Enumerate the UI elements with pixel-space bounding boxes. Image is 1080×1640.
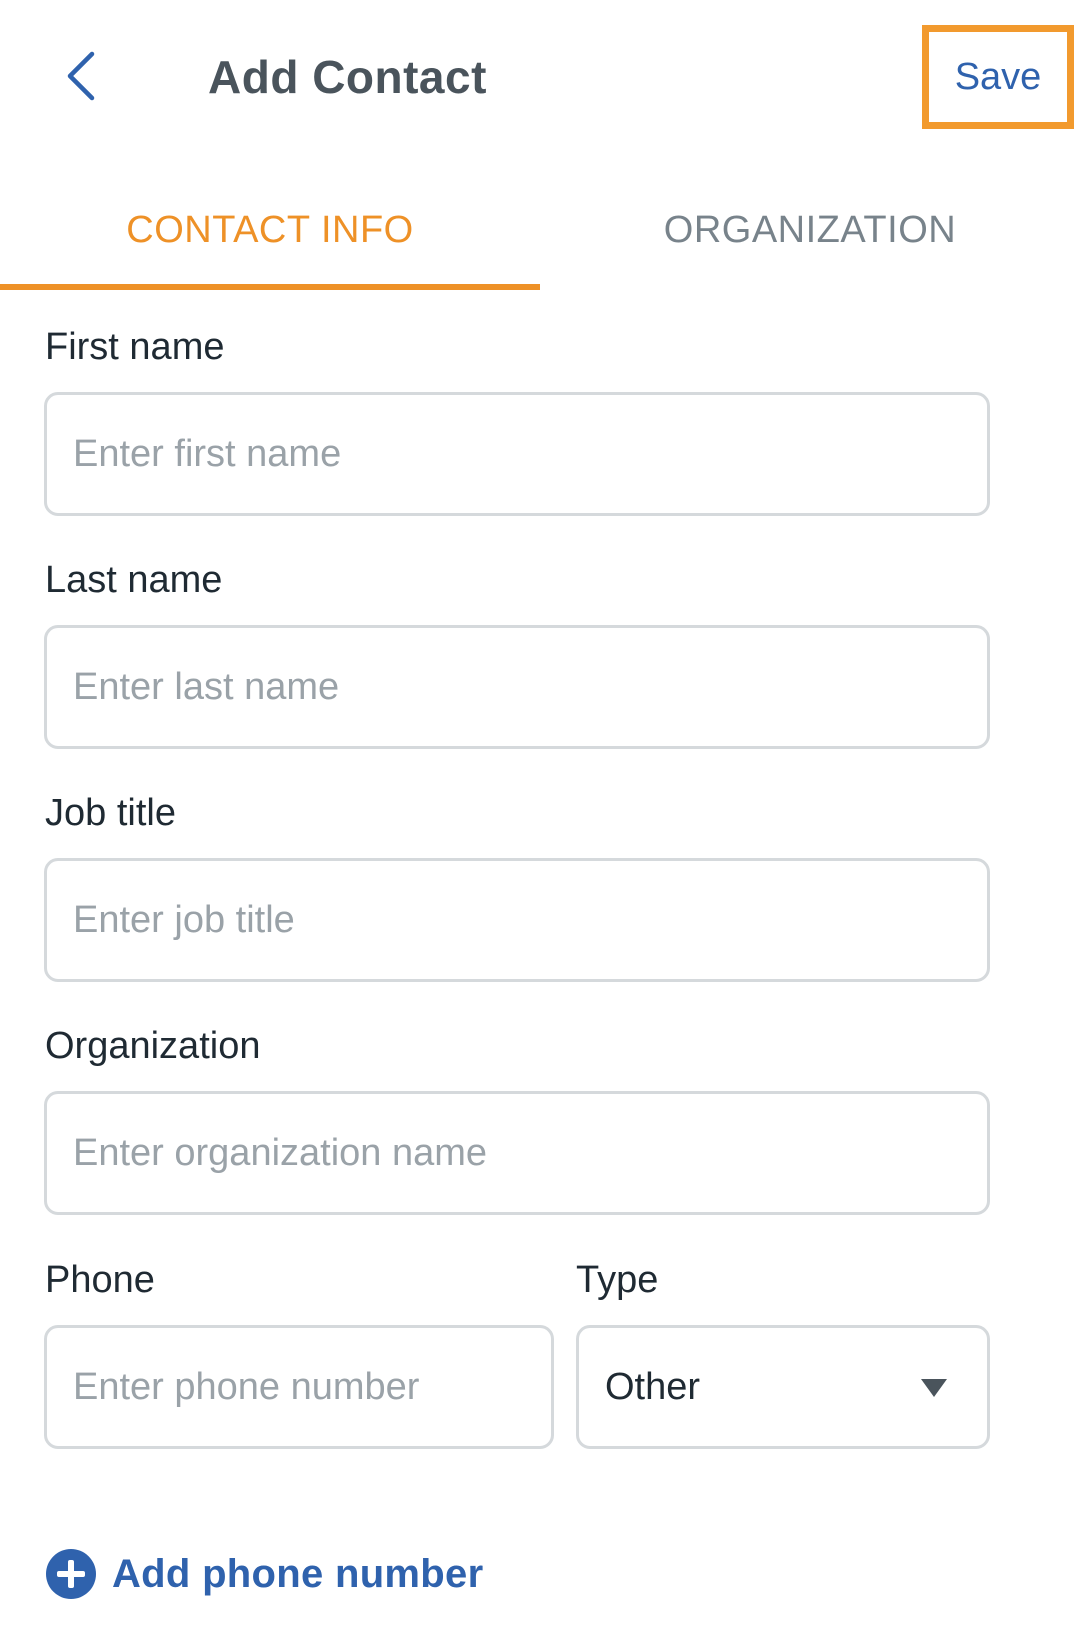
save-button[interactable]: Save [922,25,1074,129]
organization-field-container [44,1091,990,1215]
job-title-label: Job title [45,792,176,834]
add-phone-number-button[interactable]: Add phone number [46,1546,483,1602]
tab-label: CONTACT INFO [126,208,414,251]
phone-input[interactable] [47,1328,551,1446]
last-name-label: Last name [45,559,223,601]
page-title: Add Contact [208,51,487,103]
job-title-field-container [44,858,990,982]
back-button[interactable] [50,44,110,108]
organization-label: Organization [45,1025,261,1067]
tab-organization[interactable]: ORGANIZATION [540,170,1080,290]
tab-bar: CONTACT INFO ORGANIZATION [0,170,1080,290]
tab-label: ORGANIZATION [663,208,957,251]
first-name-input[interactable] [47,395,987,513]
last-name-input[interactable] [47,628,987,746]
add-phone-number-label: Add phone number [112,1551,484,1596]
caret-down-icon [921,1379,947,1397]
app-header: Add Contact Save [0,0,1080,150]
active-tab-indicator [0,284,540,290]
last-name-field-container [44,625,990,749]
phone-type-value: Other [605,1366,701,1408]
job-title-input[interactable] [47,861,987,979]
first-name-field-container [44,392,990,516]
phone-type-select[interactable]: Other [576,1325,990,1449]
organization-input[interactable] [47,1094,987,1212]
tab-contact-info[interactable]: CONTACT INFO [0,170,540,290]
plus-circle-icon [46,1549,96,1599]
chevron-left-icon [67,51,95,101]
type-label: Type [576,1259,659,1301]
first-name-label: First name [45,326,225,368]
phone-label: Phone [45,1259,155,1301]
phone-field-container [44,1325,554,1449]
